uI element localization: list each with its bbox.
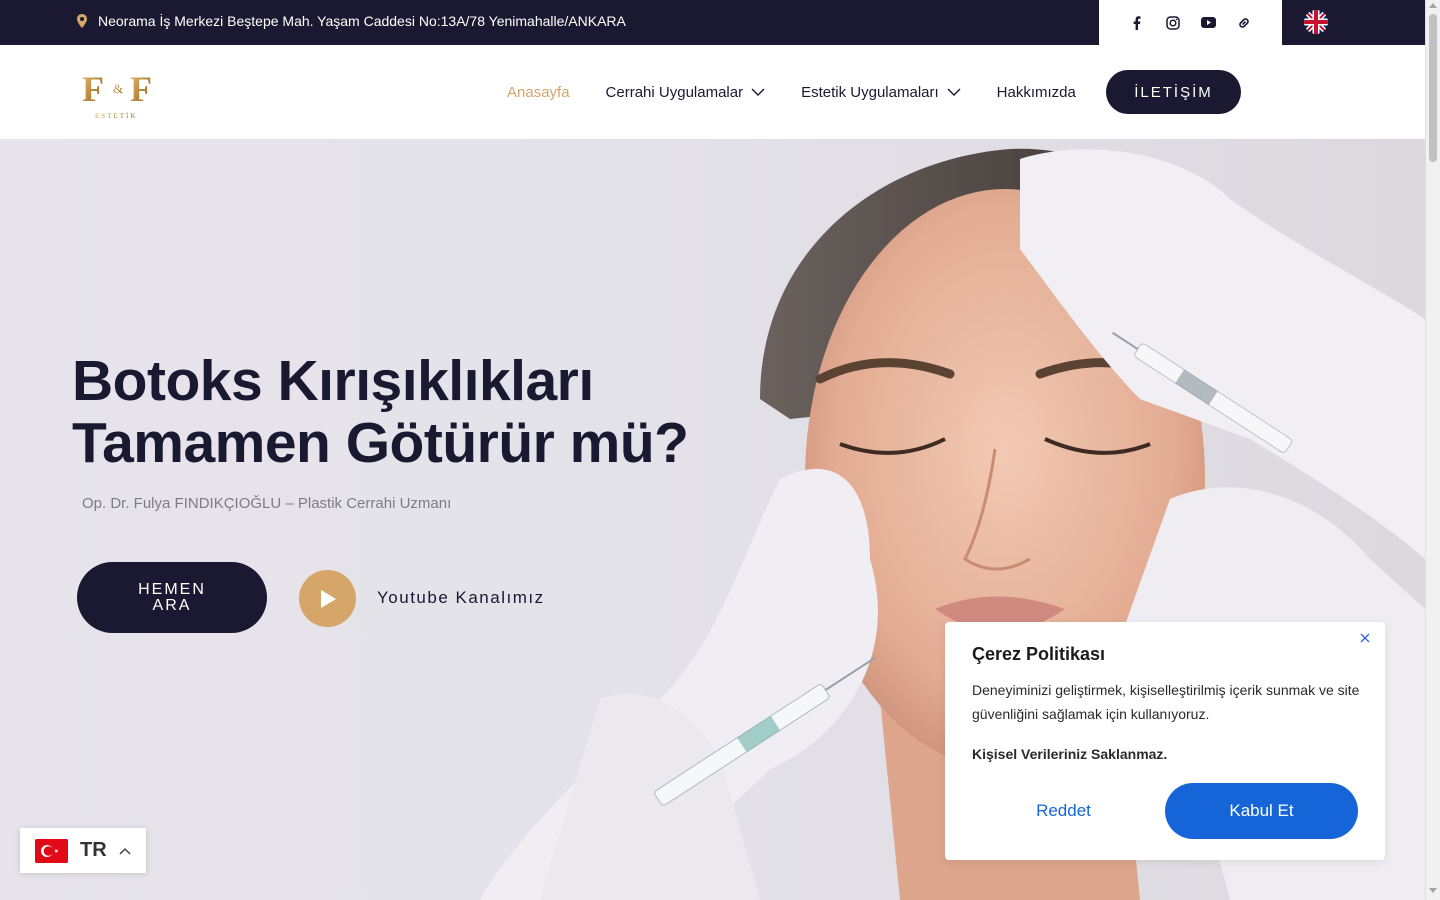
uk-flag-icon[interactable] <box>1304 10 1328 34</box>
chevron-down-icon <box>751 88 765 96</box>
cookie-text: Deneyiminizi geliştirmek, kişiselleştiri… <box>972 682 1360 722</box>
cookie-note: Kişisel Verileriniz Saklanmaz. <box>972 746 1168 762</box>
top-bar: Neorama İş Merkezi Beştepe Mah. Yaşam Ca… <box>0 0 1425 45</box>
address-text: Neorama İş Merkezi Beştepe Mah. Yaşam Ca… <box>98 13 626 29</box>
language-code: TR <box>80 839 107 861</box>
scrollbar-thumb[interactable] <box>1429 14 1437 162</box>
nav-aesthetic[interactable]: Estetik Uygulamaları <box>801 84 961 101</box>
hero-title: Botoks Kırışıklıkları Tamamen Götürür mü… <box>72 350 712 474</box>
chevron-down-icon <box>947 88 961 96</box>
nav-surgical-label: Cerrahi Uygulamalar <box>605 83 744 101</box>
scrollbar[interactable] <box>1425 0 1440 900</box>
turkey-flag-icon <box>35 838 68 863</box>
youtube-channel-link[interactable]: Youtube Kanalımız <box>377 588 545 608</box>
contact-button[interactable]: İLETİŞİM <box>1106 70 1241 114</box>
play-icon[interactable] <box>299 570 356 627</box>
hero-title-line-1: Botoks Kırışıklıkları <box>72 349 594 413</box>
call-now-button[interactable]: HEMEN ARA <box>77 562 267 633</box>
main-nav: Anasayfa Cerrahi Uygulamalar Estetik Uyg… <box>507 69 1112 115</box>
accept-button[interactable]: Kabul Et <box>1165 783 1358 839</box>
nav-home[interactable]: Anasayfa <box>507 84 570 101</box>
nav-surgical[interactable]: Cerrahi Uygulamalar <box>606 84 766 101</box>
nav-about-label: Hakkımızda <box>996 83 1076 101</box>
reject-button[interactable]: Reddet <box>972 783 1155 839</box>
language-switcher[interactable]: TR <box>20 828 146 873</box>
nav-aesthetic-label: Estetik Uygulamaları <box>801 83 939 101</box>
instagram-icon[interactable] <box>1165 15 1181 31</box>
site-logo[interactable]: F & F ESTETİK <box>80 63 158 121</box>
close-icon[interactable] <box>1357 630 1373 646</box>
link-icon[interactable] <box>1236 15 1252 31</box>
chevron-up-icon <box>119 847 131 855</box>
svg-text:F: F <box>130 69 152 109</box>
call-now-label-1: HEMEN <box>138 580 206 598</box>
nav-about[interactable]: Hakkımızda <box>997 84 1076 101</box>
address: Neorama İş Merkezi Beştepe Mah. Yaşam Ca… <box>76 13 626 29</box>
site-header: F & F ESTETİK Anasayfa Cerrahi Uygulamal… <box>0 45 1425 139</box>
svg-text:ESTETİK: ESTETİK <box>95 112 137 120</box>
cookie-title: Çerez Politikası <box>972 644 1106 664</box>
svg-text:&: & <box>113 81 123 96</box>
hero-title-line-2: Tamamen Götürür mü? <box>72 411 689 475</box>
social-links <box>1099 0 1282 45</box>
facebook-icon[interactable] <box>1129 15 1145 31</box>
call-now-label-2: ARA <box>152 596 192 614</box>
cookie-banner: Çerez Politikası Deneyiminizi geliştirme… <box>945 622 1385 860</box>
nav-home-label: Anasayfa <box>507 83 570 101</box>
scroll-down-icon[interactable] <box>1429 888 1437 893</box>
youtube-icon[interactable] <box>1200 15 1216 31</box>
hero-subtitle: Op. Dr. Fulya FINDIKÇIOĞLU – Plastik Cer… <box>82 495 452 512</box>
location-pin-icon <box>77 14 87 28</box>
svg-text:F: F <box>82 69 104 109</box>
scroll-up-icon[interactable] <box>1429 3 1437 8</box>
